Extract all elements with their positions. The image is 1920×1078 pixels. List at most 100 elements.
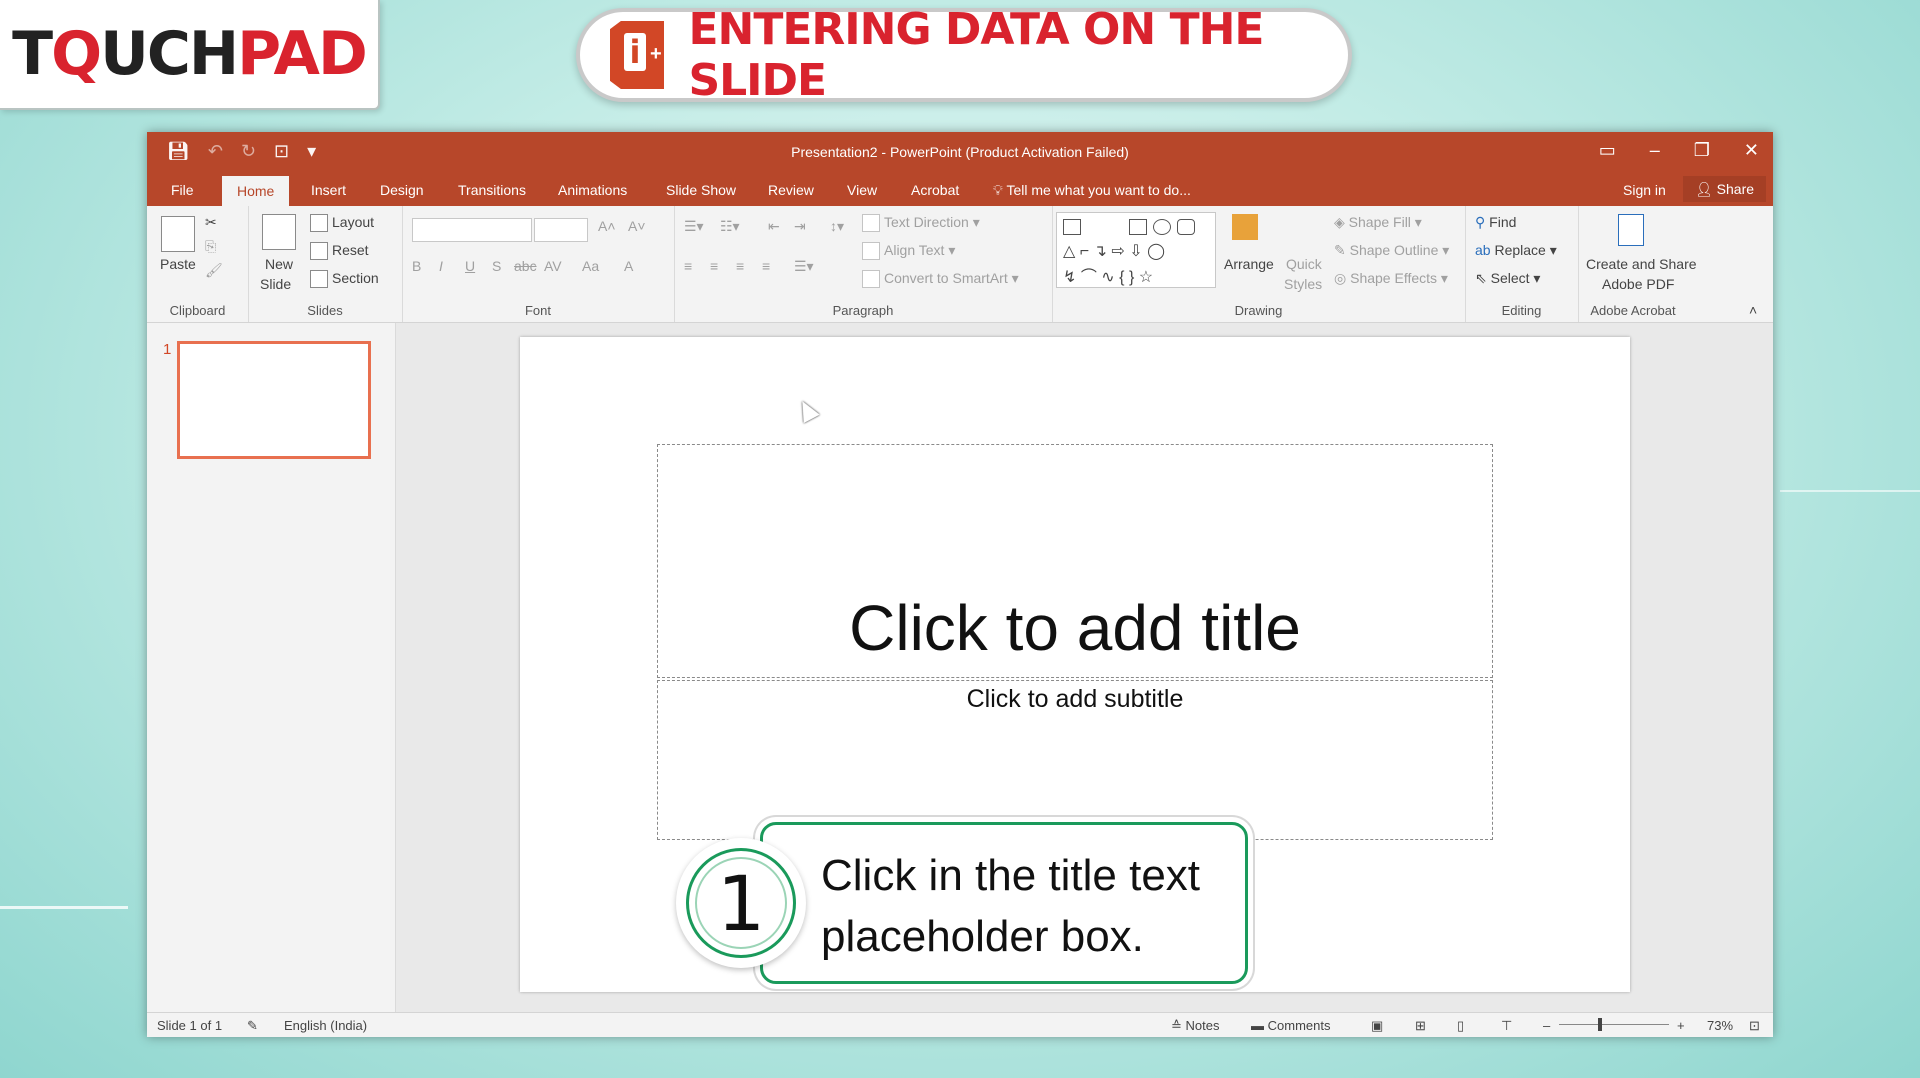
textbox-shape-icon[interactable] (1063, 219, 1081, 235)
copy-icon[interactable]: ⎘ (205, 238, 216, 255)
strikethrough-button[interactable]: abc (514, 258, 537, 274)
sign-in-link[interactable]: Sign in (1623, 182, 1666, 198)
fit-to-window-icon[interactable]: ⊡ (1749, 1018, 1760, 1034)
section-button[interactable]: Section (310, 270, 379, 289)
decrease-indent-icon[interactable]: ⇤ (768, 218, 780, 235)
bold-button[interactable]: B (412, 258, 421, 274)
tab-acrobat[interactable]: Acrobat (911, 182, 959, 198)
arrange-icon[interactable] (1232, 214, 1258, 240)
zoom-level[interactable]: 73% (1707, 1018, 1733, 1033)
slide-thumbnail[interactable] (177, 341, 371, 459)
change-case-button[interactable]: Aa (582, 258, 599, 274)
new-slide-button-line2[interactable]: Slide (260, 276, 291, 292)
spell-check-icon[interactable]: ✎ (247, 1018, 258, 1034)
font-color-button[interactable]: A (624, 258, 633, 274)
tab-design[interactable]: Design (380, 182, 424, 198)
columns-icon[interactable]: ☰▾ (794, 258, 814, 275)
tab-slide-show[interactable]: Slide Show (666, 182, 736, 198)
ribbon-display-options-icon[interactable]: ▭ (1599, 140, 1616, 161)
oval-shape-icon[interactable] (1153, 219, 1171, 235)
comments-button[interactable]: ▬ Comments (1251, 1018, 1330, 1033)
quick-styles-button[interactable]: Quick (1286, 256, 1322, 272)
font-name-input[interactable] (412, 218, 532, 242)
paragraph-label: Paragraph (832, 303, 894, 318)
select-button[interactable]: ⇖ Select ▾ (1475, 270, 1540, 287)
layout-button[interactable]: Layout (310, 214, 375, 233)
arrange-button[interactable]: Arrange (1224, 256, 1274, 272)
tab-animations[interactable]: Animations (558, 182, 627, 198)
shape-fill-button[interactable]: ◈ Shape Fill ▾ (1334, 214, 1422, 231)
zoom-out-icon[interactable]: – (1543, 1018, 1550, 1033)
create-pdf-icon[interactable] (1618, 214, 1644, 246)
rounded-rectangle-shape-icon[interactable] (1177, 219, 1195, 235)
slideshow-view-icon[interactable]: ⊤ (1501, 1018, 1512, 1034)
quick-styles-button-line2[interactable]: Styles (1284, 276, 1322, 292)
tab-file[interactable]: File (171, 182, 194, 198)
reset-button[interactable]: Reset (310, 242, 369, 261)
triangle-shape-icon[interactable]: △ ⌐ ↴ ⇨ ⇩ ◯ (1063, 241, 1165, 261)
align-right-icon[interactable]: ≡ (736, 258, 744, 274)
tab-insert[interactable]: Insert (311, 182, 346, 198)
notes-button[interactable]: ≙ Notes (1171, 1018, 1219, 1034)
restore-icon[interactable]: ❐ (1694, 140, 1710, 161)
new-slide-button[interactable]: New (265, 256, 293, 272)
bullets-icon[interactable]: ☰▾ (684, 218, 704, 235)
tab-view[interactable]: View (847, 182, 877, 198)
numbering-icon[interactable]: ☷▾ (720, 218, 740, 235)
line-spacing-icon[interactable]: ↕▾ (830, 218, 844, 235)
subtitle-placeholder[interactable]: Click to add subtitle (657, 680, 1493, 840)
person-icon: 👤︎ (1695, 181, 1717, 197)
create-share-pdf-button[interactable]: Create and Share (1586, 256, 1697, 272)
tell-me-search[interactable]: 💡︎ Tell me what you want to do... (993, 182, 1191, 199)
slide-sorter-icon[interactable]: ⊞ (1415, 1018, 1426, 1034)
cut-icon[interactable]: ✂ (205, 214, 217, 231)
italic-button[interactable]: I (439, 258, 443, 274)
character-spacing-button[interactable]: AV (544, 258, 562, 274)
text-direction-button[interactable]: Text Direction ▾ (862, 214, 980, 233)
shrink-font-icon[interactable]: A˅ (628, 218, 646, 234)
create-share-pdf-button-line2[interactable]: Adobe PDF (1602, 276, 1674, 292)
curve-shape-icon[interactable]: ↯ ⌒ ∿ { } ☆ (1063, 263, 1153, 287)
collapse-ribbon-icon[interactable]: ˄ (1749, 302, 1757, 318)
shape-effects-label: Shape Effects (1350, 270, 1438, 286)
align-center-icon[interactable]: ≡ (710, 258, 718, 274)
find-button[interactable]: ⚲ Find (1475, 214, 1516, 231)
share-button[interactable]: 👤︎ Share (1683, 176, 1767, 202)
font-size-input[interactable] (534, 218, 588, 242)
notes-label: Notes (1185, 1018, 1220, 1033)
underline-button[interactable]: U (465, 258, 475, 274)
zoom-slider[interactable] (1559, 1024, 1669, 1025)
zoom-in-icon[interactable]: + (1677, 1018, 1685, 1033)
status-bar: Slide 1 of 1 ✎ English (India) ≙ Notes ▬… (147, 1012, 1773, 1037)
title-placeholder[interactable]: Click to add title (657, 444, 1493, 678)
paste-button[interactable]: Paste (160, 256, 196, 272)
shapes-gallery[interactable]: △ ⌐ ↴ ⇨ ⇩ ◯ ↯ ⌒ ∿ { } ☆ (1056, 212, 1216, 288)
format-painter-icon[interactable]: 🖌︎ (205, 262, 223, 279)
replace-button[interactable]: ab Replace ▾ (1475, 242, 1557, 259)
align-text-button[interactable]: Align Text ▾ (862, 242, 955, 261)
decorative-line (1780, 490, 1920, 492)
grow-font-icon[interactable]: A˄ (598, 218, 616, 234)
convert-smartart-button[interactable]: Convert to SmartArt ▾ (862, 270, 1019, 289)
close-icon[interactable]: ✕ (1744, 140, 1759, 161)
paste-icon[interactable] (161, 216, 195, 252)
increase-indent-icon[interactable]: ⇥ (794, 218, 806, 235)
editing-group: ⚲ Find ab Replace ▾ ⇖ Select ▾ Editing (1465, 206, 1579, 322)
justify-icon[interactable]: ≡ (762, 258, 770, 274)
language-indicator[interactable]: English (India) (284, 1018, 367, 1033)
clipboard-group: Paste ✂ ⎘ 🖌︎ Clipboard (147, 206, 249, 322)
shape-effects-button[interactable]: ◎ Shape Effects ▾ (1334, 270, 1448, 287)
layout-label: Layout (332, 214, 375, 230)
zoom-slider-thumb[interactable] (1598, 1018, 1602, 1031)
align-left-icon[interactable]: ≡ (684, 258, 692, 274)
minimize-icon[interactable]: – (1650, 140, 1660, 161)
shape-outline-button[interactable]: ✎ Shape Outline ▾ (1334, 242, 1449, 259)
tab-home[interactable]: Home (222, 176, 290, 206)
rectangle-shape-icon[interactable] (1129, 219, 1147, 235)
text-shadow-button[interactable]: S (492, 258, 501, 274)
reading-view-icon[interactable]: ▯ (1457, 1018, 1464, 1034)
new-slide-icon[interactable] (262, 214, 296, 250)
tab-review[interactable]: Review (768, 182, 814, 198)
tab-transitions[interactable]: Transitions (458, 182, 526, 198)
normal-view-icon[interactable]: ▣ (1371, 1018, 1383, 1034)
